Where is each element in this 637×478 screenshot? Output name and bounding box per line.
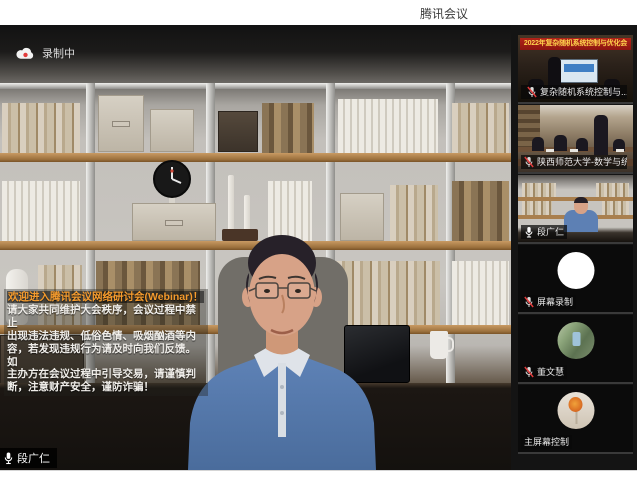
participants-sidebar: 2022年复杂随机系统控制与优化会 <box>511 25 637 470</box>
speaker-person <box>0 25 511 470</box>
participant-tile-main-screen-control[interactable]: 主屏幕控制 <box>518 385 633 452</box>
participant-name: 陕西师范大学-数学与统... <box>537 156 627 168</box>
participant-label: 段广仁 <box>521 225 567 239</box>
participant-tile-classroom[interactable]: 陕西师范大学-数学与统... <box>518 105 633 172</box>
recording-label: 录制中 <box>42 45 75 61</box>
books-decor <box>522 183 556 197</box>
participant-name: 复杂随机系统控制与... <box>540 86 627 98</box>
books-decor <box>596 183 629 197</box>
main-video[interactable]: 录制中 欢迎进入腾讯会议网络研讨会(Webinar)！ 请大家共同维护大会秩序，… <box>0 25 511 470</box>
notice-line: 主办方在会议过程中引导交易，请谨慎判 <box>7 368 205 381</box>
mic-muted-icon <box>527 86 537 98</box>
mic-active-icon <box>3 451 14 465</box>
window-title: 腾讯会议 <box>420 5 468 22</box>
notice-line: 请大家共同维护大会秩序，会议过程中禁止 <box>7 304 205 330</box>
notice-line: 断，注意财产安全，谨防诈骗！ <box>7 381 205 394</box>
participant-tile-screen-record[interactable]: 屏幕录制 <box>518 245 633 312</box>
participant-tile-avatar[interactable]: 董文慧 <box>518 315 633 382</box>
participant-tile-conference[interactable]: 2022年复杂随机系统控制与优化会 <box>518 35 633 102</box>
books-decor <box>522 201 552 215</box>
notice-line: 出现违法违规、低俗色情、吸烟酗酒等内 <box>7 330 205 343</box>
participant-name: 主屏幕控制 <box>524 436 569 448</box>
person-silhouette <box>532 137 544 151</box>
avatar-placeholder <box>557 252 594 289</box>
recording-indicator: 录制中 <box>16 45 75 61</box>
participant-label: 屏幕录制 <box>521 295 576 309</box>
participant-name: 董文慧 <box>537 366 564 378</box>
window-titlebar: 腾讯会议 <box>0 0 637 25</box>
app-window: 腾讯会议 <box>0 0 637 478</box>
notice-title: 欢迎进入腾讯会议网络研讨会(Webinar)！ <box>7 291 204 303</box>
participant-label: 复杂随机系统控制与... <box>521 85 627 99</box>
person-silhouette-standing <box>594 115 608 155</box>
participant-tile-speaker[interactable]: 段广仁 <box>518 175 633 242</box>
speaker-name: 段广仁 <box>17 450 50 466</box>
paper <box>570 149 578 152</box>
participant-label: 主屏幕控制 <box>521 435 572 449</box>
conference-banner: 2022年复杂随机系统控制与优化会 <box>520 38 631 50</box>
participant-label: 陕西师范大学-数学与统... <box>521 155 627 169</box>
speaker-name-badge: 段广仁 <box>0 448 57 468</box>
participant-name: 屏幕录制 <box>537 296 573 308</box>
cloud-recording-icon <box>16 46 35 60</box>
participant-name: 段广仁 <box>537 226 564 238</box>
projection-screen <box>560 59 598 83</box>
paper <box>616 149 624 152</box>
webinar-notice: 欢迎进入腾讯会议网络研讨会(Webinar)！ 请大家共同维护大会秩序，会议过程… <box>4 289 208 396</box>
avatar-photo <box>557 322 594 359</box>
books-decor <box>602 201 629 215</box>
mini-speaker-hair <box>574 197 588 203</box>
person-silhouette <box>554 135 567 151</box>
participant-label: 董文慧 <box>521 365 567 379</box>
avatar-photo <box>557 392 594 429</box>
mic-active-icon <box>524 226 534 238</box>
mic-muted-icon <box>524 156 534 168</box>
mic-muted-icon <box>524 296 534 308</box>
paper <box>546 149 554 152</box>
mic-muted-icon <box>524 366 534 378</box>
notice-line: 容，若发现违规行为请及时向我们反馈。如 <box>7 343 205 369</box>
window-bottom-edge <box>0 470 637 478</box>
